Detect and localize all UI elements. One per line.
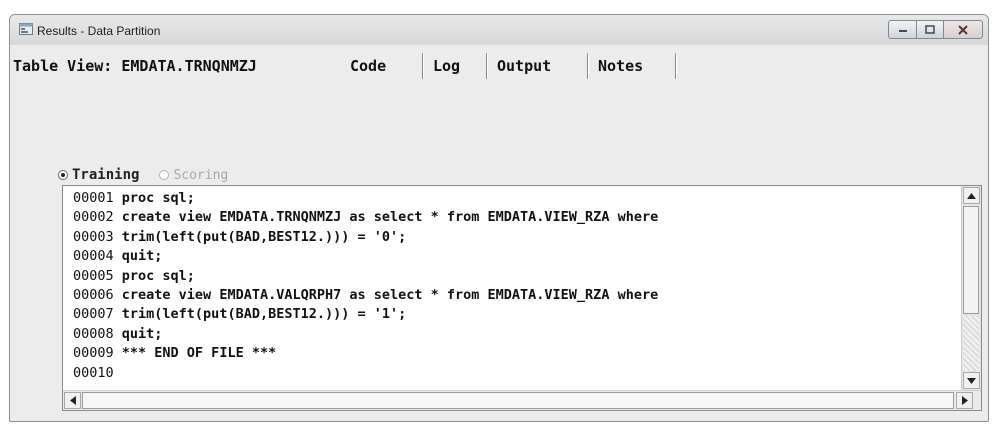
training-label[interactable]: Training <box>72 167 139 183</box>
code-text: proc sql; <box>121 190 195 206</box>
scroll-down-button[interactable] <box>963 372 980 389</box>
vertical-scroll-track[interactable] <box>963 316 979 371</box>
title-bar[interactable]: Results - Data Partition <box>10 15 988 45</box>
line-number: 00008 <box>73 325 114 342</box>
code-viewer[interactable]: 00001 proc sql; 00002 create view EMDATA.… <box>62 185 982 411</box>
line-number: 00003 <box>73 228 114 245</box>
arrow-right-icon <box>961 396 968 405</box>
results-window-icon <box>19 23 33 35</box>
code-text: *** END OF FILE *** <box>121 345 277 362</box>
tab-bar: Table View: EMDATA.TRNQNMZJ Code Log Out… <box>10 45 988 79</box>
maximize-button[interactable] <box>916 20 944 39</box>
arrow-left-icon <box>69 396 76 405</box>
code-line: 00001 proc sql; <box>73 189 953 208</box>
code-text: create view EMDATA.VALQRPH7 as select * … <box>121 286 659 303</box>
partition-options: Training Scoring <box>58 165 228 185</box>
line-number: 00009 <box>73 345 114 362</box>
close-icon <box>958 24 968 35</box>
training-radio[interactable] <box>58 170 68 180</box>
scoring-label: Scoring <box>173 167 229 183</box>
code-line: 00005 proc sql; <box>73 267 953 286</box>
vertical-scroll-thumb[interactable] <box>963 206 979 314</box>
scroll-right-button[interactable] <box>956 392 973 409</box>
line-number: 00004 <box>73 248 114 265</box>
line-number: 00006 <box>73 286 114 303</box>
line-number: 00007 <box>73 306 114 323</box>
code-text: proc sql; <box>121 267 195 284</box>
code-text: trim(left(put(BAD,BEST12.))) = '1'; <box>121 306 407 323</box>
tab-divider <box>587 53 589 79</box>
code-line: 00007 trim(left(put(BAD,BEST12.))) = '1'… <box>73 305 953 324</box>
scroll-up-button[interactable] <box>963 187 980 204</box>
line-number: 00001 <box>73 190 114 206</box>
horizontal-scrollbar[interactable] <box>63 390 981 410</box>
scroll-left-button[interactable] <box>64 392 81 409</box>
maximize-icon <box>925 24 935 34</box>
code-text: quit; <box>121 248 163 265</box>
tab-divider <box>486 53 488 79</box>
tab-code[interactable]: Code <box>350 57 386 75</box>
code-line: 00003 trim(left(put(BAD,BEST12.))) = '0'… <box>73 228 953 247</box>
vertical-scrollbar[interactable] <box>961 186 981 391</box>
arrow-up-icon <box>967 192 976 199</box>
code-line: 00002 create view EMDATA.TRNQNMZJ as sel… <box>73 208 953 227</box>
line-number: 00010 <box>73 364 114 381</box>
line-number: 00002 <box>73 209 114 226</box>
close-button[interactable] <box>943 20 983 39</box>
code-line: 00006 create view EMDATA.VALQRPH7 as sel… <box>73 286 953 305</box>
horizontal-scroll-thumb[interactable] <box>82 392 954 409</box>
scoring-radio <box>159 170 170 180</box>
code-line: 00004 quit; <box>73 247 953 266</box>
code-lines: 00001 proc sql; 00002 create view EMDATA.… <box>73 189 953 384</box>
code-line: 00008 quit; <box>73 325 953 344</box>
code-line: 00010 <box>73 364 953 383</box>
tab-notes[interactable]: Notes <box>598 57 643 75</box>
code-line: 00009 *** END OF FILE *** <box>73 344 953 363</box>
tab-divider <box>675 53 677 79</box>
line-number: 00005 <box>73 267 114 284</box>
arrow-down-icon <box>967 377 976 384</box>
tab-divider <box>422 53 424 79</box>
code-text: create view EMDATA.TRNQNMZJ as select * … <box>121 209 659 226</box>
results-window: Results - Data Partition Table View: EMD… <box>9 14 989 422</box>
tab-output[interactable]: Output <box>497 57 551 75</box>
minimize-button[interactable] <box>888 20 917 39</box>
tab-log[interactable]: Log <box>433 57 460 75</box>
tab-table-view[interactable]: Table View: EMDATA.TRNQNMZJ <box>13 57 257 75</box>
code-text: quit; <box>121 325 163 342</box>
code-text: trim(left(put(BAD,BEST12.))) = '0'; <box>121 228 407 245</box>
window-title: Results - Data Partition <box>37 24 161 38</box>
minimize-icon <box>898 29 907 32</box>
